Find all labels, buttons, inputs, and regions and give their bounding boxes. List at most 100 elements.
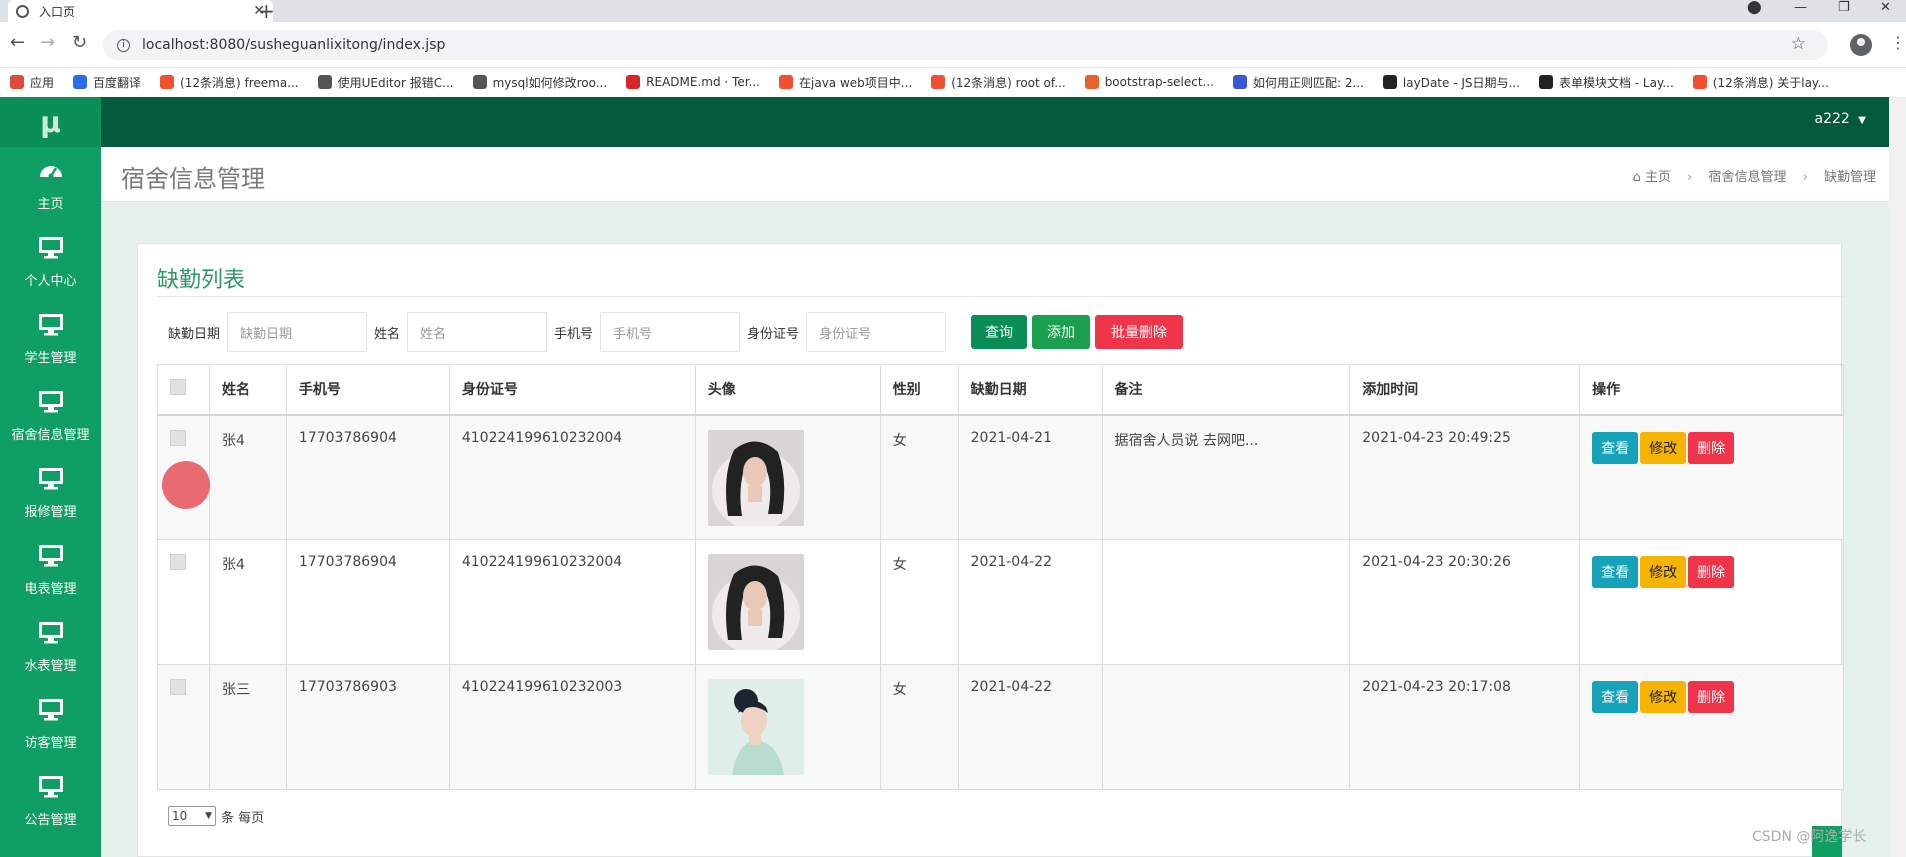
view-button[interactable]: 查看 [1592,431,1639,464]
sidebar-item[interactable]: 水表管理 [0,609,101,686]
column-header[interactable]: 缺勤日期 [957,364,1103,416]
bookmark-item[interactable]: 应用 [10,74,54,91]
table-header-row: 姓名 手机号 身份证号 头像 性别 缺勤日期 备注 添加时间 操作 [157,364,1844,416]
sidebar-item-label: 宿舍信息管理 [11,428,90,443]
browser-tab[interactable]: 入口页 ✕ [8,0,273,22]
monitor-icon [38,698,64,726]
note-cell [1101,664,1351,790]
delete-button[interactable]: 删除 [1688,556,1735,588]
delete-button[interactable]: 删除 [1688,431,1735,464]
absence-list-card: 缺勤列表 缺勤日期 缺勤日期 姓名 姓名 手机号 手机号 身份证号 身份证号 查… [137,243,1844,857]
phone-input[interactable]: 手机号 [600,312,741,352]
added-time-cell: 2021-04-23 20:30:26 [1349,539,1581,665]
edit-button[interactable]: 修改 [1640,431,1687,464]
edit-button[interactable]: 修改 [1640,681,1687,713]
url-field[interactable]: i localhost:8080/susheguanlixitong/index… [103,30,1828,60]
sidebar-item-label: 学生管理 [24,351,77,366]
bookmark-star-icon[interactable]: ☆ [1791,34,1806,54]
bookmark-item[interactable]: (12条消息) root of... [931,74,1066,91]
bookmark-item[interactable]: (12条消息) 关于lay... [1692,74,1829,91]
query-button[interactable]: 查询 [971,315,1027,349]
row-checkbox[interactable] [170,554,186,570]
bookmark-item[interactable]: 百度翻译 [73,74,141,91]
bookmark-favicon-icon [779,75,793,89]
name-cell: 张三 [208,664,287,790]
avatar-cell [694,414,881,540]
bookmark-label: 应用 [30,75,55,90]
page-size-select[interactable]: 10 ▼ [168,806,216,826]
pagination: 10 ▼ 条 每页 [168,806,264,826]
batch-delete-button[interactable]: 批量删除 [1095,315,1183,349]
column-header: 操作 [1579,364,1844,416]
monitor-icon [38,544,64,572]
delete-button[interactable]: 删除 [1688,681,1735,713]
sidebar-item[interactable]: 电表管理 [0,532,101,609]
column-header[interactable]: 添加时间 [1349,364,1581,416]
sidebar-item[interactable]: 宿舍信息管理 [0,378,101,455]
monitor-icon [38,467,64,495]
select-all-checkbox[interactable] [170,379,186,396]
bookmark-item[interactable]: bootstrap-select... [1084,75,1214,89]
view-button[interactable]: 查看 [1592,556,1639,588]
browser-tab-strip: 入口页 ✕ + ⬤ — ❐ ✕ [0,0,1906,23]
row-checkbox[interactable] [170,679,186,695]
new-tab-icon[interactable]: + [258,0,275,23]
sidebar-item[interactable]: 报修管理 [0,455,101,532]
id-number-input[interactable]: 身份证号 [806,312,947,352]
avatar-image [707,679,804,775]
column-header[interactable]: 姓名 [208,364,287,416]
sidebar-item[interactable]: 个人中心 [0,224,101,301]
sidebar-item[interactable]: 公告管理 [0,763,101,840]
id-number-cell: 410224199610232003 [448,664,696,790]
bookmark-item[interactable]: mysql如何修改roo... [472,74,607,91]
column-header[interactable]: 身份证号 [448,364,696,416]
bookmark-label: 如何用正则匹配: 2... [1252,75,1364,90]
tab-search-icon[interactable]: ⬤ [1747,0,1762,22]
sidebar-item[interactable]: 主页 [0,147,101,224]
row-checkbox[interactable] [170,429,186,446]
sidebar-item[interactable]: 学生管理 [0,301,101,378]
page-header: 宿舍信息管理 ⌂ 主页 › 宿舍信息管理 › 缺勤管理 [101,147,1906,202]
edit-button[interactable]: 修改 [1640,556,1687,588]
absence-date-cell: 2021-04-22 [957,664,1103,790]
bookmark-label: 使用UEditor 报错C... [337,75,454,90]
forward-icon[interactable]: → [40,32,55,53]
bookmark-favicon-icon [1538,75,1553,89]
sidebar-item[interactable]: 访客管理 [0,686,101,763]
app-logo[interactable]: μ [0,97,101,147]
click-indicator [162,461,210,509]
avatar-cell [694,539,881,665]
bookmark-item[interactable]: layDate - JS日期与... [1382,74,1520,91]
column-header[interactable]: 性别 [879,364,959,416]
info-icon[interactable]: i [117,38,130,52]
bookmark-item[interactable]: 使用UEditor 报错C... [317,74,454,91]
phone-cell: 17703786904 [285,539,450,665]
reload-icon[interactable]: ↻ [72,32,87,53]
window-close-icon[interactable]: ✕ [1880,0,1891,22]
absence-date-input[interactable]: 缺勤日期 [227,312,368,352]
bookmark-item[interactable]: 在java web项目中... [779,74,912,91]
add-button[interactable]: 添加 [1032,315,1090,349]
bookmark-item[interactable]: (12条消息) freema... [160,74,299,91]
avatar-cell [694,664,881,790]
bookmark-item[interactable]: README.md · Ter... [626,75,760,89]
view-button[interactable]: 查看 [1592,681,1639,713]
phone-cell: 17703786903 [285,664,450,790]
name-label: 姓名 [374,326,401,342]
restore-icon[interactable]: ❐ [1838,0,1850,22]
user-menu[interactable]: a222 ▼ [1815,111,1866,127]
name-input[interactable]: 姓名 [407,312,548,352]
bookmark-item[interactable]: 表单模块文档 - Lay... [1538,74,1674,91]
minimize-icon[interactable]: — [1794,0,1807,22]
column-header[interactable]: 手机号 [285,364,450,416]
page-scrollbar[interactable] [1889,97,1906,857]
bookmark-item[interactable]: 如何用正则匹配: 2... [1232,74,1364,91]
note-cell: 据宿舍人员说 去网吧... [1101,414,1351,540]
back-icon[interactable]: ← [10,32,25,53]
breadcrumb-section[interactable]: 宿舍信息管理 [1708,170,1786,185]
breadcrumb-home[interactable]: 主页 [1645,170,1671,185]
gender-cell: 女 [879,414,959,540]
actions-cell: 查看 修改 删除 [1579,664,1844,790]
menu-icon[interactable]: ⋮ [1890,33,1906,52]
profile-avatar-icon[interactable] [1850,34,1872,56]
